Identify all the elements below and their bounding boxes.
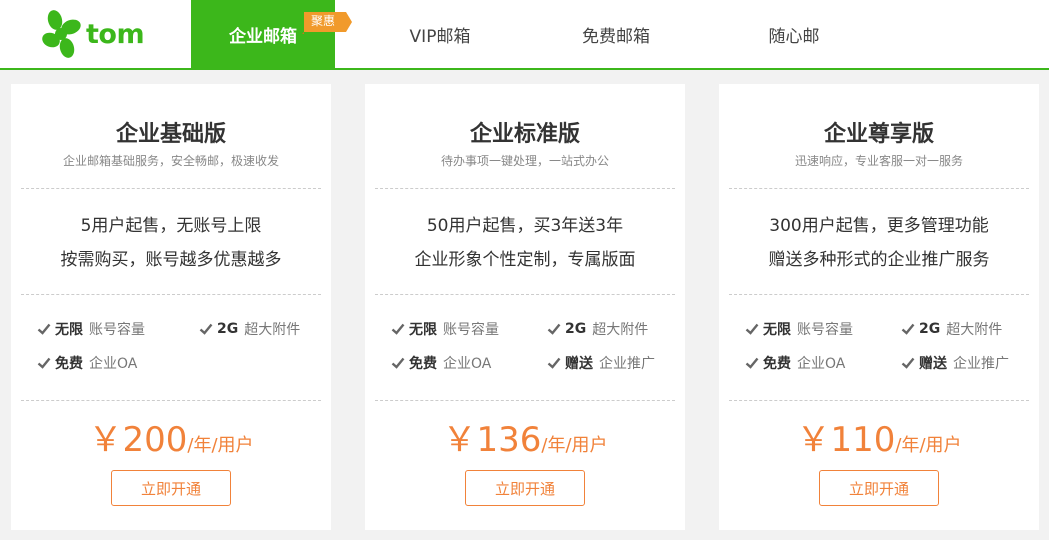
tab-free-mail[interactable]: 免费邮箱	[546, 0, 686, 68]
plan-desc-line: 5用户起售，无账号上限	[80, 216, 262, 236]
clover-logo-icon	[42, 10, 81, 58]
plan-desc-line: 企业形象个性定制，专属版面	[414, 250, 636, 270]
check-icon	[391, 323, 405, 335]
feature-key: 赠送	[565, 356, 593, 372]
plan-desc-line: 按需购买，账号越多优惠越多	[60, 250, 282, 270]
feature-item: 2G 超大附件	[547, 319, 648, 339]
feature-key: 免费	[55, 356, 83, 372]
plan-subtitle: 企业邮箱基础服务，安全畅邮，极速收发	[62, 154, 279, 168]
activate-button[interactable]: 立即开通	[111, 470, 231, 506]
tom-logo[interactable]: tom	[40, 8, 150, 60]
price-amount: 200	[122, 420, 188, 460]
plan-price: ￥200/年/用户	[11, 412, 331, 461]
price-unit: /年/用户	[541, 435, 608, 456]
feature-value: 企业OA	[797, 356, 846, 372]
plan-price: ￥136/年/用户	[365, 412, 685, 461]
plan-card-basic: 企业基础版 企业邮箱基础服务，安全畅邮，极速收发 5用户起售，无账号上限 按需购…	[11, 84, 331, 530]
divider	[729, 400, 1029, 401]
feature-value: 账号容量	[89, 322, 145, 338]
price-amount: 136	[476, 420, 542, 460]
divider	[375, 294, 675, 295]
check-icon	[547, 357, 561, 369]
top-navigation-bar: tom 企业邮箱 VIP邮箱 免费邮箱 随心邮 聚惠	[0, 0, 1049, 70]
feature-item: 无限 账号容量	[37, 319, 145, 339]
check-icon	[547, 323, 561, 335]
plan-card-premium: 企业尊享版 迅速响应，专业客服一对一服务 300用户起售，更多管理功能 赠送多种…	[719, 84, 1039, 530]
plan-title: 企业标准版	[469, 122, 580, 147]
feature-key: 无限	[55, 322, 83, 338]
price-symbol: ￥	[796, 420, 831, 460]
plan-price: ￥110/年/用户	[719, 412, 1039, 461]
tab-label: VIP邮箱	[409, 26, 471, 47]
tab-label: 免费邮箱	[582, 26, 650, 47]
tab-vip-mail[interactable]: VIP邮箱	[370, 0, 510, 68]
plan-desc-line: 50用户起售，买3年送3年	[426, 216, 624, 236]
check-icon	[391, 357, 405, 369]
feature-value: 企业推广	[953, 356, 1009, 372]
feature-item: 免费 企业OA	[745, 353, 845, 373]
plan-title: 企业尊享版	[823, 122, 934, 147]
divider	[375, 188, 675, 189]
check-icon	[745, 323, 759, 335]
price-unit: /年/用户	[895, 435, 962, 456]
check-icon	[901, 323, 915, 335]
tab-suixin-mail[interactable]: 随心邮	[724, 0, 864, 68]
feature-item: 无限 账号容量	[745, 319, 853, 339]
feature-value: 企业推广	[599, 356, 655, 372]
plan-desc-line: 赠送多种形式的企业推广服务	[768, 250, 990, 270]
plan-card-standard: 企业标准版 待办事项一键处理，一站式办公 50用户起售，买3年送3年 企业形象个…	[365, 84, 685, 530]
divider	[729, 294, 1029, 295]
feature-key: 免费	[409, 356, 437, 372]
badge-text: 聚惠	[310, 14, 335, 28]
check-icon	[901, 357, 915, 369]
feature-item: 赠送 企业推广	[547, 353, 655, 373]
feature-value: 账号容量	[797, 322, 853, 338]
divider	[375, 400, 675, 401]
feature-value: 超大附件	[946, 322, 1003, 338]
feature-value: 超大附件	[244, 322, 301, 338]
check-icon	[37, 357, 51, 369]
price-unit: /年/用户	[187, 435, 254, 456]
feature-key: 免费	[763, 356, 791, 372]
price-symbol: ￥	[442, 420, 477, 460]
price-symbol: ￥	[88, 420, 123, 460]
feature-item: 2G 超大附件	[901, 319, 1002, 339]
feature-item: 免费 企业OA	[391, 353, 491, 373]
divider	[21, 188, 321, 189]
logo-text: tom	[86, 18, 145, 50]
activate-button[interactable]: 立即开通	[465, 470, 585, 506]
divider	[21, 400, 321, 401]
feature-value: 账号容量	[443, 322, 499, 338]
check-icon	[37, 323, 51, 335]
feature-item: 2G 超大附件	[199, 319, 300, 339]
feature-key: 2G	[565, 321, 587, 337]
promo-badge: 聚惠	[300, 10, 352, 34]
plan-desc-line: 300用户起售，更多管理功能	[769, 216, 989, 236]
activate-button[interactable]: 立即开通	[819, 470, 939, 506]
feature-key: 无限	[763, 322, 791, 338]
feature-key: 2G	[919, 321, 941, 337]
tab-label: 企业邮箱	[229, 26, 297, 47]
feature-key: 无限	[409, 322, 437, 338]
feature-item: 赠送 企业推广	[901, 353, 1009, 373]
divider	[729, 188, 1029, 189]
price-amount: 110	[830, 420, 896, 460]
check-icon	[199, 323, 213, 335]
feature-value: 超大附件	[592, 322, 649, 338]
tab-label: 随心邮	[768, 26, 820, 47]
feature-item: 无限 账号容量	[391, 319, 499, 339]
divider	[21, 294, 321, 295]
check-icon	[745, 357, 759, 369]
feature-key: 2G	[217, 321, 239, 337]
feature-value: 企业OA	[443, 356, 492, 372]
plan-subtitle: 迅速响应，专业客服一对一服务	[794, 154, 963, 168]
feature-value: 企业OA	[89, 356, 138, 372]
feature-key: 赠送	[919, 356, 947, 372]
feature-item: 免费 企业OA	[37, 353, 137, 373]
plan-title: 企业基础版	[115, 122, 226, 147]
plan-subtitle: 待办事项一键处理，一站式办公	[440, 154, 609, 168]
